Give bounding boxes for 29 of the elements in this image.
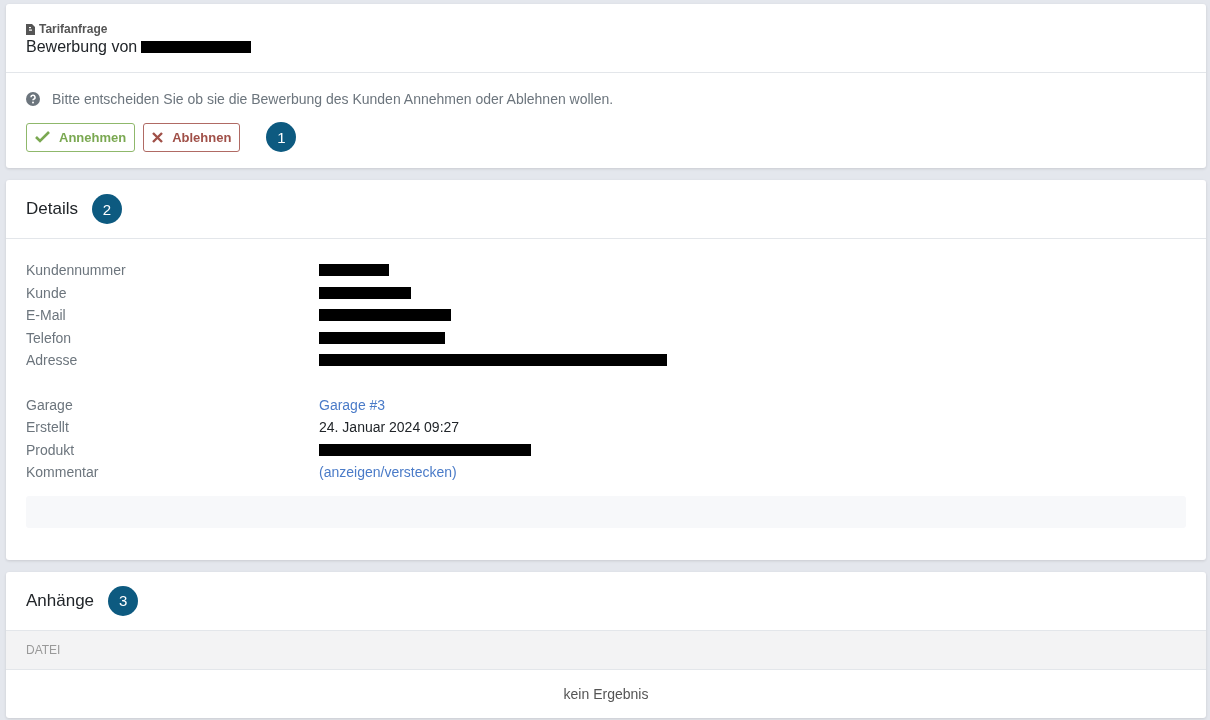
empty-message: kein Ergebnis: [563, 685, 649, 702]
redaction-bar: [319, 264, 389, 277]
section-title: Anhänge: [26, 590, 95, 611]
step-badge: 2: [91, 194, 122, 224]
field-link[interactable]: (anzeigen/verstecken): [319, 464, 457, 481]
step-badge: 1: [266, 122, 297, 152]
field-label: Kunde: [26, 284, 68, 301]
section-title: Details: [26, 199, 78, 219]
reject-button[interactable]: Ablehnen: [143, 122, 241, 152]
accept-button[interactable]: Annehmen: [26, 122, 136, 152]
help-icon: [26, 92, 40, 106]
field-label: Garage: [26, 396, 74, 413]
field-link[interactable]: Garage #3: [319, 396, 386, 413]
checkmark-icon: [35, 131, 50, 143]
document-icon: [26, 23, 35, 35]
category-label: Tarifanfrage: [39, 22, 108, 36]
field-label: Adresse: [26, 352, 79, 369]
field-label: E-Mail: [26, 307, 67, 324]
field-value: 24. Januar 2024 09:27: [319, 419, 460, 436]
column-header: DATEI: [26, 642, 61, 657]
field-label: Kundennummer: [26, 262, 127, 279]
cross-icon: [152, 131, 164, 143]
field-label: Produkt: [26, 441, 76, 458]
step-badge: 3: [108, 585, 139, 616]
field-label: Kommentar: [26, 464, 100, 481]
field-label: Telefon: [26, 329, 73, 346]
request-title: Bewerbung von: [26, 38, 138, 56]
prompt-text: Bitte entscheiden Sie ob sie die Bewerbung des Kunden Annehmen oder Ablehnen wollen.: [52, 91, 614, 107]
field-label: Erstellt: [26, 419, 70, 436]
